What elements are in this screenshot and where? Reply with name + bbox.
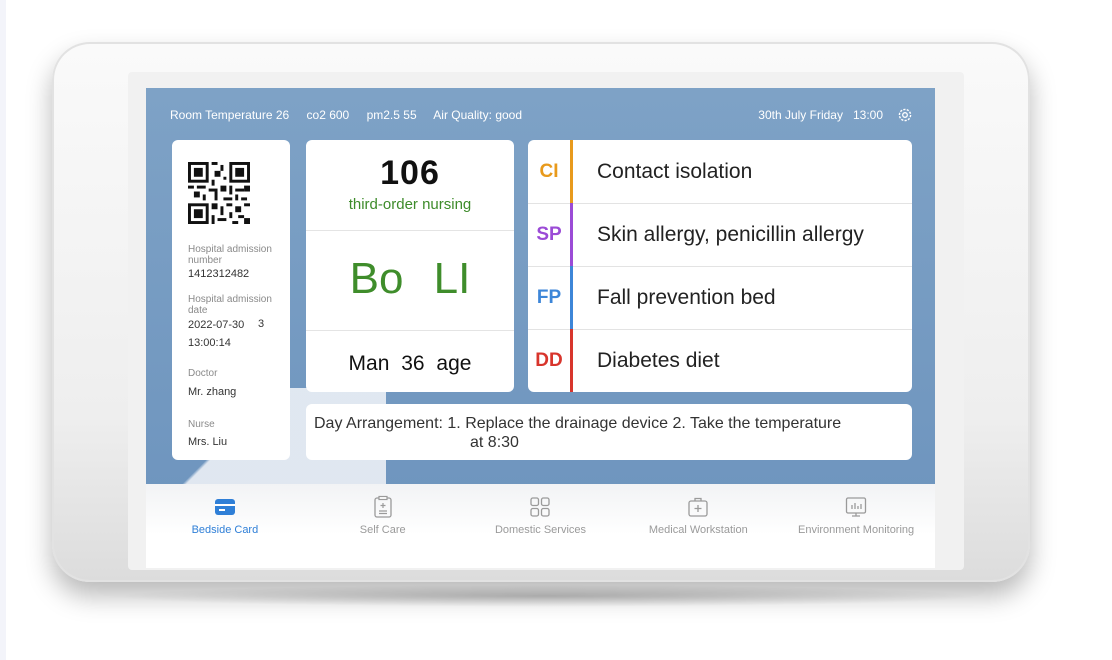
bed-number: 106 — [380, 154, 440, 192]
status-bar: Room Temperature 26 co2 600 pm2.5 55 Air… — [170, 106, 913, 124]
nurse-label: Nurse — [188, 419, 215, 430]
day-arrangement-text: Day Arrangement: 1. Replace the drainage… — [314, 414, 912, 452]
date-label: 30th July Friday — [758, 108, 843, 122]
alert-text: Fall prevention bed — [597, 285, 776, 309]
bed-card-divider — [306, 230, 514, 231]
nav-domestic-services[interactable]: Domestic Services — [465, 494, 615, 536]
patient-id-card: Hospital admission number 1412312482 Hos… — [172, 140, 290, 460]
grid-icon — [530, 497, 551, 517]
day-arrangement-card: Day Arrangement: 1. Replace the drainage… — [306, 404, 912, 460]
admission-number-label: Hospital admission number — [188, 244, 272, 266]
nav-medical-workstation[interactable]: Medical Workstation — [623, 494, 773, 536]
room-temperature: Room Temperature 26 — [170, 108, 290, 122]
alert-code: SP — [536, 223, 562, 245]
alert-color-bar — [570, 203, 573, 266]
alert-color-bar — [570, 266, 573, 329]
admission-number: 1412312482 — [188, 268, 250, 280]
nurse-name: Mrs. Liu — [188, 436, 228, 448]
environment-readings: Room Temperature 26 co2 600 pm2.5 55 Air… — [170, 108, 536, 122]
alert-text: Diabetes diet — [597, 348, 720, 372]
air-quality: Air Quality: good — [433, 108, 523, 122]
bottom-nav-bar: Bedside Card Self Care Domestic Services — [146, 484, 935, 568]
qr-code-icon[interactable] — [188, 162, 250, 224]
doctor-name: Mr. zhang — [188, 386, 237, 398]
clipboard-icon — [374, 495, 392, 518]
time-label: 13:00 — [852, 108, 883, 122]
admission-date: 2022-07-30 — [188, 319, 245, 331]
bed-card: 106 third-order nursing Bo LI Man 36 age — [306, 140, 514, 392]
patient-gender-age: Man 36 age — [348, 352, 472, 375]
alert-code: DD — [535, 349, 563, 371]
pm25-reading: pm2.5 55 — [366, 108, 417, 122]
nav-label: Domestic Services — [494, 524, 587, 536]
nav-label: Bedside Card — [191, 524, 259, 536]
nursing-level: third-order nursing — [348, 196, 472, 213]
nav-label: Self Care — [359, 524, 406, 536]
bedside-screen: Room Temperature 26 co2 600 pm2.5 55 Air… — [146, 88, 935, 568]
nav-self-care[interactable]: Self Care — [308, 494, 458, 536]
alert-row-allergy[interactable]: SP Skin allergy, penicillin allergy — [528, 203, 912, 267]
care-alerts-card: CI Contact isolation SP Skin allergy, pe… — [528, 140, 912, 392]
gear-icon[interactable] — [897, 107, 913, 123]
date-time: 30th July Friday 13:00 — [748, 107, 913, 123]
admission-time: 13:00:14 — [188, 337, 231, 349]
nav-environment-monitoring[interactable]: Environment Monitoring — [781, 494, 931, 536]
alert-code: FP — [536, 286, 562, 308]
card-icon — [214, 499, 235, 515]
device-shadow — [110, 585, 980, 607]
medical-kit-icon — [688, 497, 708, 517]
nav-label: Medical Workstation — [648, 524, 748, 536]
alert-row-diabetes-diet[interactable]: DD Diabetes diet — [528, 329, 912, 392]
co2-reading: co2 600 — [306, 108, 350, 122]
monitor-chart-icon — [845, 497, 867, 517]
bed-card-divider — [306, 330, 514, 331]
alert-row-fall-prevention[interactable]: FP Fall prevention bed — [528, 266, 912, 330]
admission-date-suffix: 3 — [258, 318, 265, 330]
alert-color-bar — [570, 329, 573, 392]
alert-code: CI — [539, 160, 559, 182]
nav-label: Environment Monitoring — [797, 524, 915, 536]
alert-text: Skin allergy, penicillin allergy — [597, 222, 864, 246]
doctor-label: Doctor — [188, 368, 218, 379]
arrangement-line-1: Day Arrangement: 1. Replace the drainage… — [314, 415, 842, 432]
arrangement-line-2: at 8:30 — [470, 434, 519, 451]
alert-row-contact-isolation[interactable]: CI Contact isolation — [528, 140, 912, 204]
alert-text: Contact isolation — [597, 159, 753, 183]
patient-name: Bo LI — [349, 254, 471, 303]
alert-color-bar — [570, 140, 573, 203]
nav-bedside-card[interactable]: Bedside Card — [150, 494, 300, 536]
admission-date-label: Hospital admission date — [188, 294, 272, 316]
